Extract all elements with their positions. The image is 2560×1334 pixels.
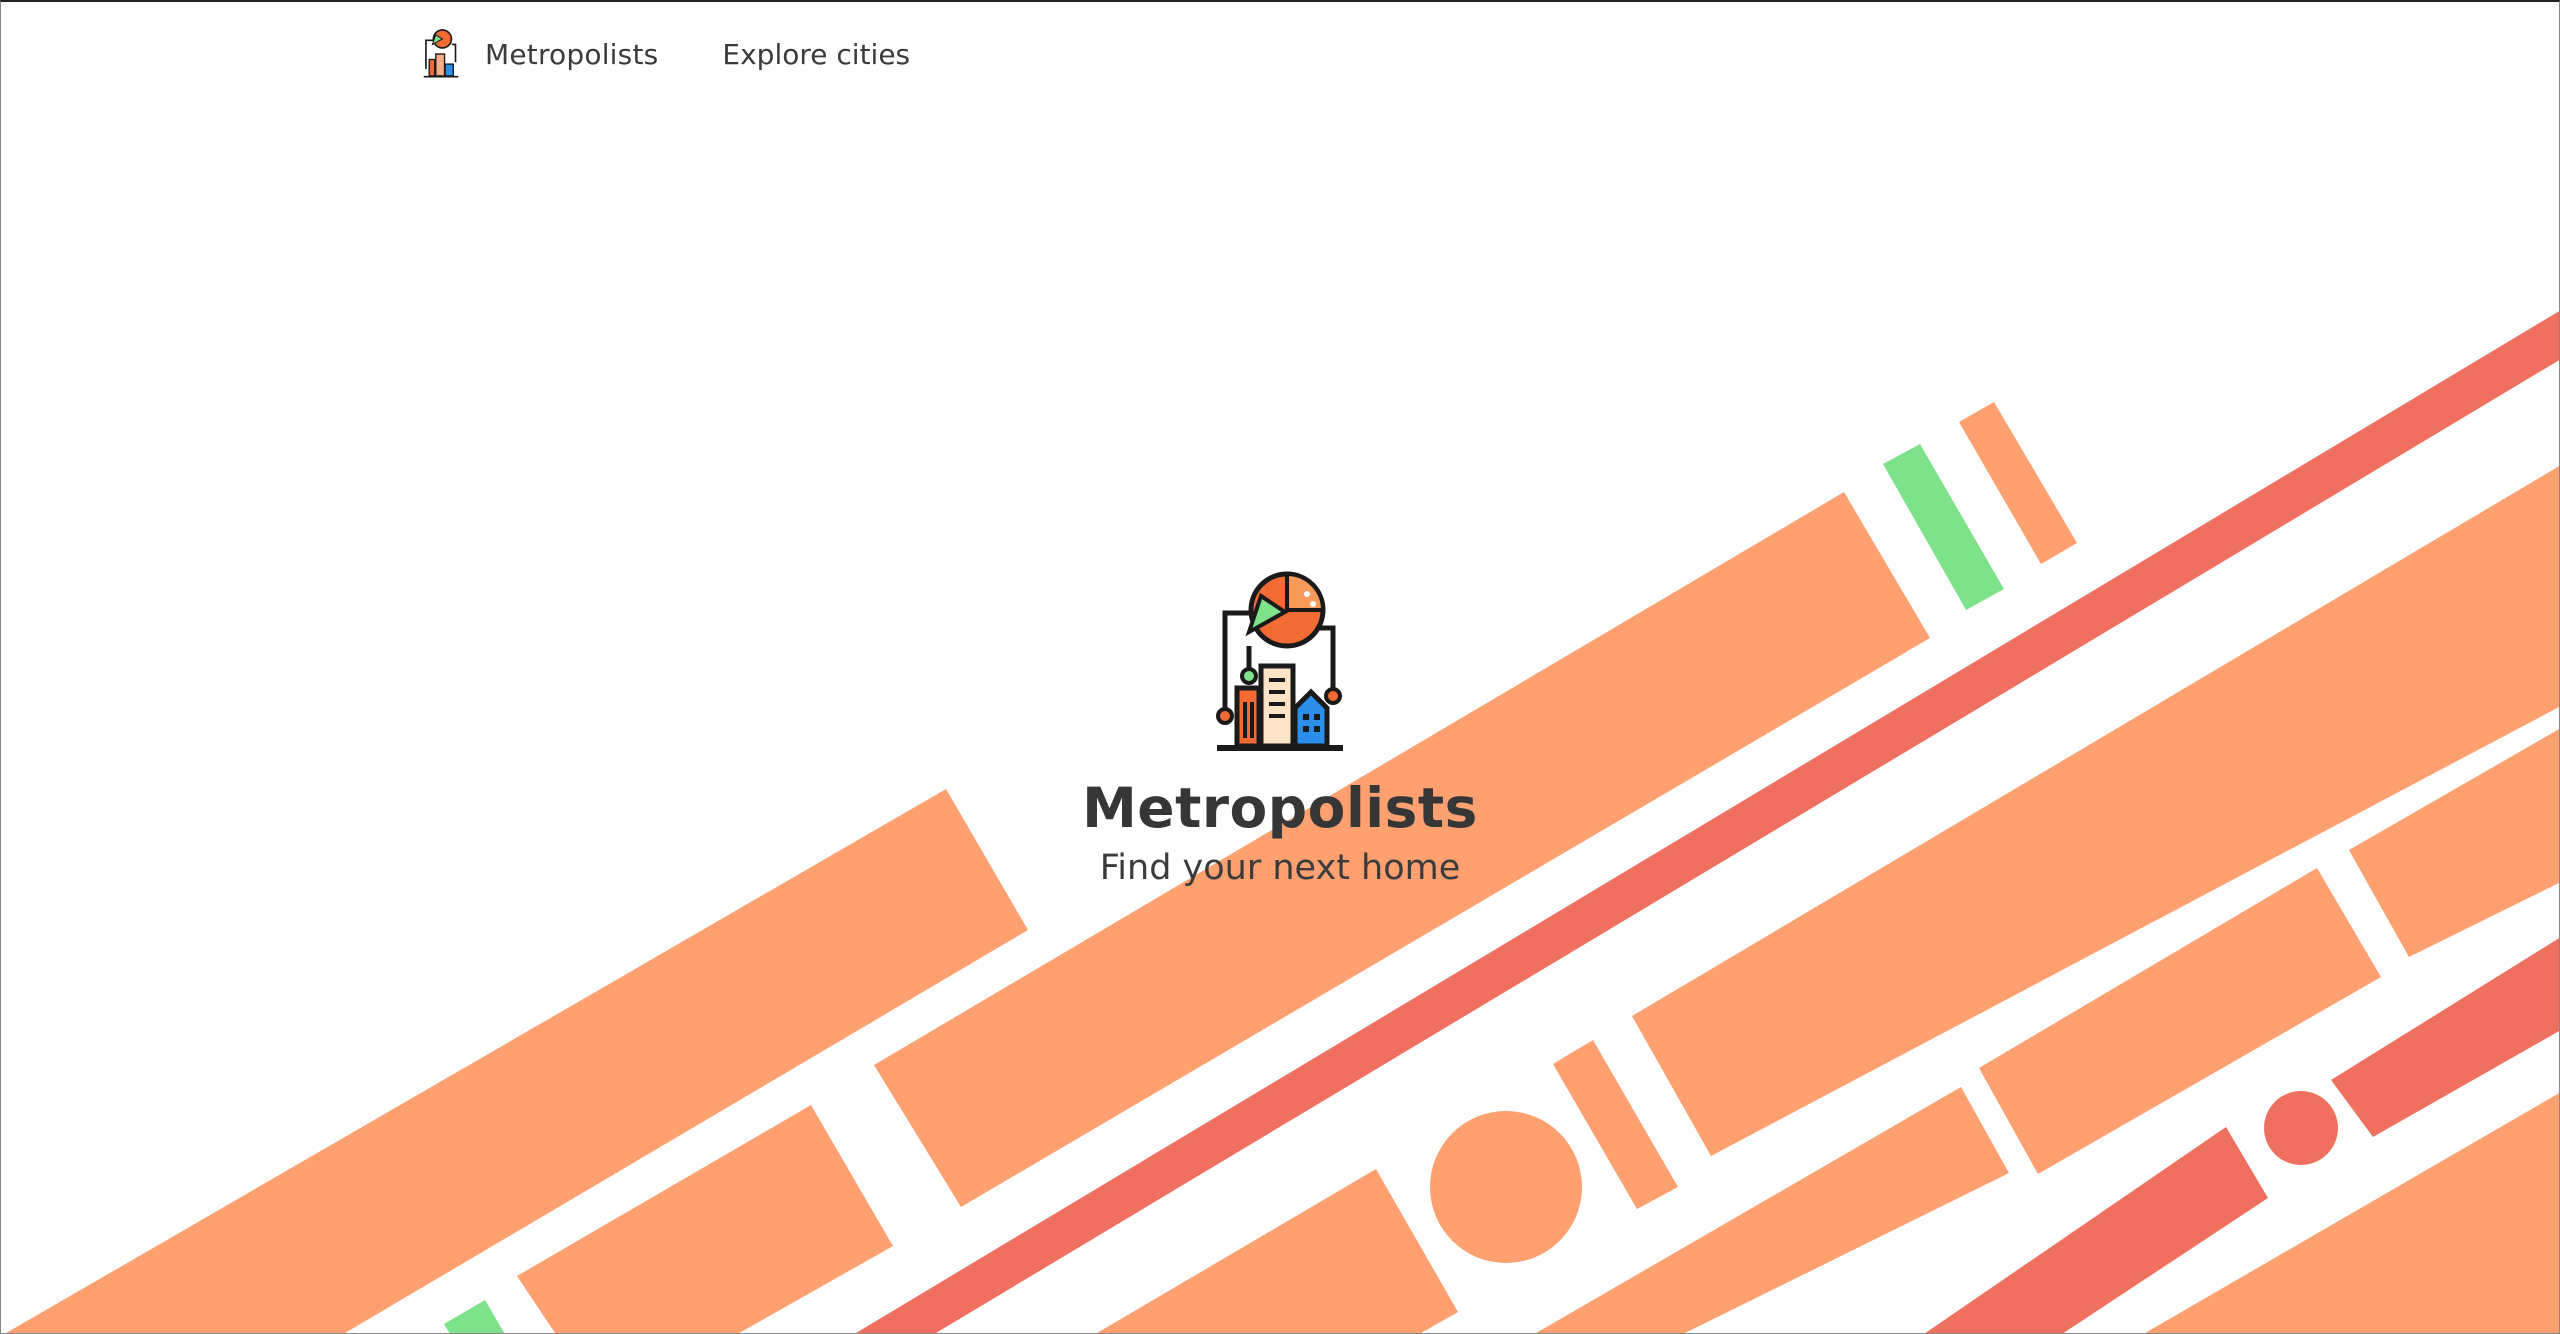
hero: Metropolists Find your next home (1, 568, 2559, 888)
hero-title: Metropolists (1082, 776, 1478, 840)
city-chart-logo-icon (1216, 571, 1343, 751)
page: Metropolists Explore cities Metropolists… (0, 0, 2560, 1334)
map-block (1430, 1111, 1582, 1263)
nav-link-explore-cities[interactable]: Explore cities (722, 38, 910, 71)
top-navbar: Metropolists Explore cities (421, 24, 910, 84)
city-chart-logo-icon (423, 29, 459, 78)
hero-subtitle: Find your next home (1099, 848, 1461, 888)
map-block (2264, 1091, 2338, 1165)
brand-link[interactable]: Metropolists (421, 28, 658, 80)
map-block (1959, 402, 2077, 564)
brand-label: Metropolists (485, 37, 659, 71)
map-block (444, 1300, 505, 1333)
